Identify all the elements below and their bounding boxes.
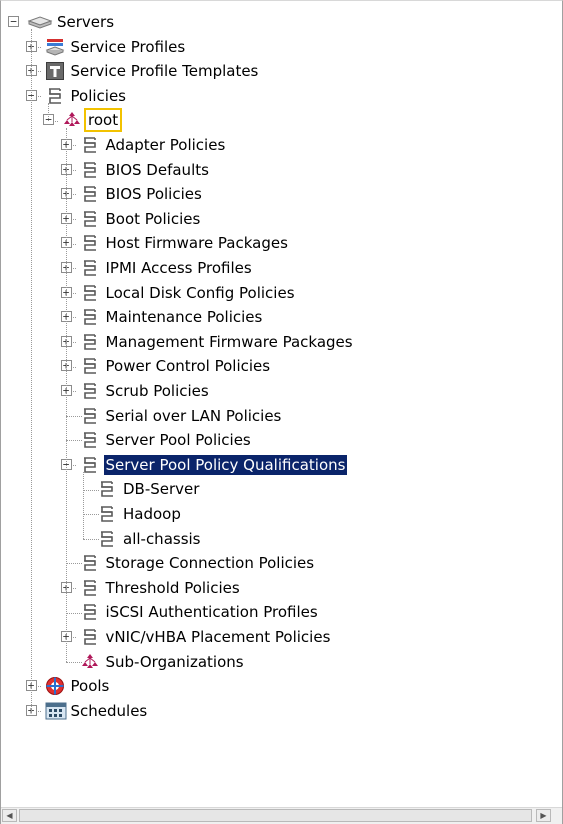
- tree-node-local-disk-config-policies[interactable]: + Local Disk Config Policies: [1, 281, 562, 306]
- policy-icon: [80, 332, 100, 352]
- tree-node-service-profile-templates[interactable]: + Service Profile Templates: [1, 59, 562, 84]
- tree-node-label[interactable]: Adapter Policies: [104, 135, 228, 155]
- tree-node-label[interactable]: Servers: [55, 12, 116, 32]
- pool-icon: [45, 676, 65, 696]
- tree-node-label[interactable]: Scrub Policies: [104, 381, 211, 401]
- tree-node-serial-over-lan-policies[interactable]: Serial over LAN Policies: [1, 404, 562, 429]
- tree-node-label[interactable]: Local Disk Config Policies: [104, 283, 297, 303]
- service-profile-icon: [45, 37, 65, 57]
- scrollbar-thumb[interactable]: [19, 809, 532, 822]
- policy-icon: [97, 504, 117, 524]
- tree-node-management-firmware-packages[interactable]: + Management Firmware Packages: [1, 330, 562, 355]
- policy-icon: [80, 578, 100, 598]
- tree-node-hadoop[interactable]: Hadoop: [1, 502, 562, 527]
- tree-node-boot-policies[interactable]: + Boot Policies: [1, 207, 562, 232]
- policy-icon: [97, 529, 117, 549]
- tree-node-scrub-policies[interactable]: + Scrub Policies: [1, 379, 562, 404]
- tree-node-adapter-policies[interactable]: + Adapter Policies: [1, 133, 562, 158]
- policy-icon: [80, 356, 100, 376]
- scroll-right-arrow-icon[interactable]: ▶: [536, 809, 551, 822]
- tree-node-threshold-policies[interactable]: + Threshold Policies: [1, 576, 562, 601]
- tree-node-ipmi-access-profiles[interactable]: + IPMI Access Profiles: [1, 256, 562, 281]
- tree-node-vnic-vhba-placement-policies[interactable]: + vNIC/vHBA Placement Policies: [1, 625, 562, 650]
- tree-node-server-pool-policies[interactable]: Server Pool Policies: [1, 428, 562, 453]
- tree-node-label[interactable]: IPMI Access Profiles: [104, 258, 254, 278]
- policy-icon: [80, 381, 100, 401]
- tree-guide-line: [48, 103, 49, 121]
- tree-node-label[interactable]: all-chassis: [121, 529, 203, 549]
- tree-node-sub-organizations[interactable]: Sub-Organizations: [1, 650, 562, 675]
- tree-node-label[interactable]: root: [83, 108, 123, 133]
- tree-node-service-profiles[interactable]: + Service Profiles: [1, 35, 562, 60]
- template-icon: [45, 61, 65, 81]
- tree-node-schedules[interactable]: + Schedules: [1, 699, 562, 724]
- tree-node-label[interactable]: Hadoop: [121, 504, 183, 524]
- tree-node-label[interactable]: Threshold Policies: [104, 578, 242, 598]
- policy-icon: [97, 479, 117, 499]
- tree-guide-line: [83, 472, 84, 539]
- tree-node-label[interactable]: Schedules: [69, 701, 150, 721]
- policy-icon: [80, 430, 100, 450]
- tree-node-label[interactable]: iSCSI Authentication Profiles: [104, 602, 320, 622]
- tree-node-label[interactable]: Server Pool Policies: [104, 430, 253, 450]
- policy-icon: [80, 233, 100, 253]
- tree-node-policies[interactable]: − Policies: [1, 84, 562, 109]
- servers-tree[interactable]: − Servers + Service Profiles + Service Profil…: [1, 1, 562, 791]
- policy-icon: [80, 627, 100, 647]
- tree-node-label[interactable]: Service Profiles: [69, 37, 188, 57]
- tree-node-label[interactable]: Host Firmware Packages: [104, 233, 290, 253]
- tree-node-label[interactable]: Management Firmware Packages: [104, 332, 355, 352]
- policy-icon: [80, 553, 100, 573]
- policy-icon: [80, 258, 100, 278]
- tree-node-iscsi-authentication-profiles[interactable]: iSCSI Authentication Profiles: [1, 600, 562, 625]
- policy-icon: [80, 184, 100, 204]
- policy-icon: [80, 209, 100, 229]
- policy-icon: [80, 160, 100, 180]
- tree-node-host-firmware-packages[interactable]: + Host Firmware Packages: [1, 231, 562, 256]
- tree-node-root[interactable]: − root: [1, 108, 562, 133]
- tree-node-label[interactable]: Server Pool Policy Qualifications: [103, 454, 348, 475]
- tree-node-label[interactable]: Maintenance Policies: [104, 307, 265, 327]
- policy-icon: [80, 406, 100, 426]
- tree-node-label[interactable]: Storage Connection Policies: [104, 553, 317, 573]
- tree-node-label[interactable]: BIOS Defaults: [104, 160, 211, 180]
- collapse-servers-icon[interactable]: −: [8, 16, 19, 27]
- policy-icon: [80, 135, 100, 155]
- tree-node-maintenance-policies[interactable]: + Maintenance Policies: [1, 305, 562, 330]
- tree-node-servers[interactable]: − Servers: [1, 10, 562, 35]
- policy-icon: [80, 283, 100, 303]
- org-icon: [80, 652, 100, 672]
- schedule-icon: [45, 701, 66, 721]
- tree-node-db-server[interactable]: DB-Server: [1, 477, 562, 502]
- tree-node-bios-defaults[interactable]: + BIOS Defaults: [1, 158, 562, 183]
- tree-node-pools[interactable]: + Pools: [1, 674, 562, 699]
- tree-node-label[interactable]: vNIC/vHBA Placement Policies: [104, 627, 333, 647]
- tree-guide-line: [30, 29, 32, 712]
- tree-node-label[interactable]: Power Control Policies: [104, 356, 273, 376]
- tree-node-storage-connection-policies[interactable]: Storage Connection Policies: [1, 551, 562, 576]
- tree-node-label[interactable]: Service Profile Templates: [69, 61, 261, 81]
- horizontal-scrollbar[interactable]: ◀ ▶: [1, 807, 562, 824]
- policy-icon: [80, 602, 100, 622]
- tree-node-bios-policies[interactable]: + BIOS Policies: [1, 182, 562, 207]
- tree-node-label[interactable]: BIOS Policies: [104, 184, 204, 204]
- tree-node-all-chassis[interactable]: all-chassis: [1, 527, 562, 552]
- tree-panel: − Servers + Service Profiles + Service Profil…: [0, 0, 563, 824]
- tree-guide-line: [65, 127, 67, 662]
- tree-node-server-pool-policy-qualifications[interactable]: − Server Pool Policy Qualifications: [1, 453, 562, 478]
- scroll-left-arrow-icon[interactable]: ◀: [2, 809, 17, 822]
- policy-icon: [80, 307, 100, 327]
- tree-node-label[interactable]: Policies: [69, 86, 128, 106]
- tree-node-label[interactable]: Sub-Organizations: [104, 652, 246, 672]
- tree-node-power-control-policies[interactable]: + Power Control Policies: [1, 354, 562, 379]
- tree-node-label[interactable]: Boot Policies: [104, 209, 203, 229]
- tree-node-label[interactable]: DB-Server: [121, 479, 201, 499]
- tree-node-label[interactable]: Pools: [69, 676, 112, 696]
- tree-node-label[interactable]: Serial over LAN Policies: [104, 406, 284, 426]
